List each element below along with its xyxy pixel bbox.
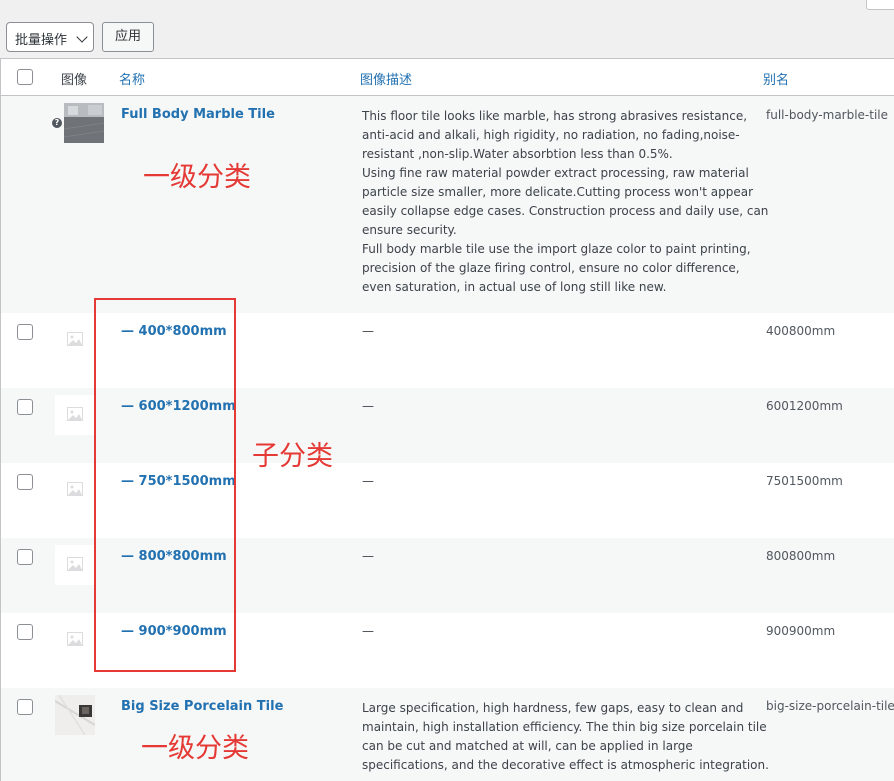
table-row: ? Full Body Marble Tile This floor tile …	[1, 96, 894, 313]
category-slug: big-size-porcelain-tile	[766, 699, 894, 713]
category-slug: 7501500mm	[766, 474, 843, 488]
chevron-down-icon	[76, 31, 88, 43]
help-icon[interactable]: ?	[52, 118, 62, 128]
category-description: —	[362, 624, 374, 638]
category-description: —	[362, 549, 374, 563]
apply-button[interactable]: 应用	[102, 22, 154, 52]
column-header-slug[interactable]: 别名	[763, 69, 789, 88]
image-placeholder	[55, 320, 95, 360]
image-placeholder	[55, 395, 95, 435]
category-description: This floor tile looks like marble, has s…	[362, 109, 769, 294]
row-checkbox[interactable]	[17, 399, 33, 415]
subcategory-highlight-box	[94, 298, 236, 672]
column-header-image: 图像	[61, 73, 88, 88]
annotation-top-level-2: 一级分类	[141, 733, 249, 764]
image-placeholder	[55, 545, 95, 585]
category-description: —	[362, 474, 374, 488]
image-placeholder	[55, 470, 95, 510]
row-checkbox[interactable]	[17, 624, 33, 640]
category-slug: 800800mm	[766, 549, 836, 563]
select-all-checkbox[interactable]	[17, 69, 33, 85]
row-checkbox[interactable]	[17, 474, 33, 490]
bulk-actions-select[interactable]: 批量操作	[6, 22, 94, 52]
porcelain-tile-thumbnail[interactable]	[55, 695, 95, 735]
image-placeholder-icon	[67, 557, 83, 571]
column-header-name[interactable]: 名称	[119, 69, 145, 88]
column-header-description[interactable]: 图像描述	[360, 69, 412, 88]
marble-tile-thumbnail[interactable]	[64, 103, 104, 143]
category-description: —	[362, 324, 374, 338]
bulk-actions-label: 批量操作	[15, 33, 68, 48]
category-name-link[interactable]: Big Size Porcelain Tile	[121, 699, 283, 714]
table-row: Big Size Porcelain Tile Large specificat…	[1, 688, 894, 781]
category-description: —	[362, 399, 374, 413]
image-placeholder-icon	[67, 482, 83, 496]
table-header: 图像 名称 图像描述 别名	[1, 59, 894, 96]
category-slug: 6001200mm	[766, 399, 843, 413]
row-checkbox[interactable]	[17, 549, 33, 565]
image-placeholder	[55, 620, 95, 660]
image-placeholder-icon	[67, 407, 83, 421]
category-name-link[interactable]: Full Body Marble Tile	[121, 107, 275, 122]
image-placeholder-icon	[67, 332, 83, 346]
row-checkbox[interactable]	[17, 324, 33, 340]
category-slug: 900900mm	[766, 624, 836, 638]
row-checkbox[interactable]	[17, 699, 33, 715]
category-slug: full-body-marble-tile	[766, 108, 889, 122]
annotation-subcategory: 子分类	[252, 441, 333, 472]
annotation-top-level-1: 一级分类	[143, 162, 251, 193]
image-placeholder-icon	[67, 632, 83, 646]
category-description: Large specification, high hardness, few …	[362, 701, 769, 772]
screen-options-tab[interactable]	[866, 0, 894, 10]
category-slug: 400800mm	[766, 324, 836, 338]
